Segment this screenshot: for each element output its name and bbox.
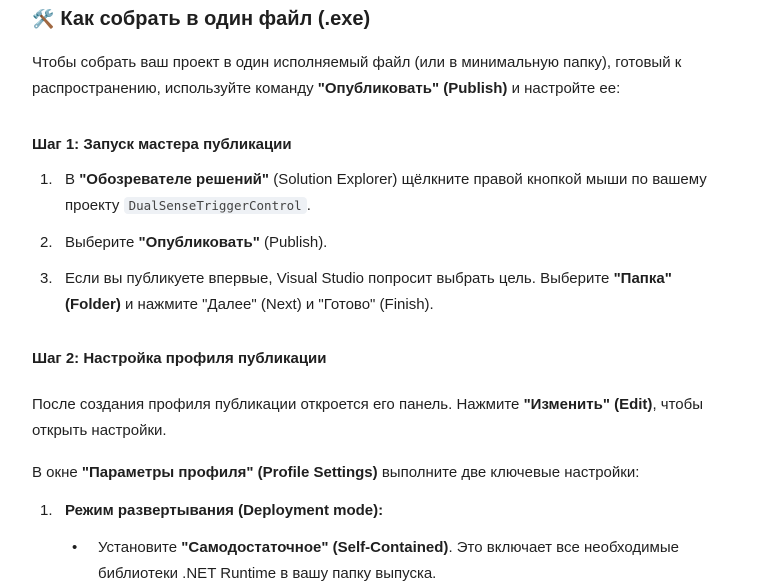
step1-heading: Шаг 1: Запуск мастера публикации	[32, 136, 292, 153]
item-text: Выберите	[65, 234, 139, 251]
page-title: 🛠️ Как собрать в один файл (.exe)	[32, 4, 370, 34]
tools-icon: 🛠️	[32, 9, 55, 29]
intro-text-end: и настройте ее:	[507, 80, 621, 97]
step1-item-3: 3. Если вы публикуете впервые, Visual St…	[40, 266, 730, 318]
list-number: 1.	[40, 171, 53, 188]
item-text: и нажмите "Далее" (Next) и "Готово" (Fin…	[120, 296, 434, 313]
para-text: выполните две ключевые настройки:	[377, 464, 640, 481]
page-title-text: Как собрать в один файл (.exe)	[60, 8, 371, 30]
item-bold: Режим развертывания (Deployment mode):	[65, 502, 384, 519]
item-text: В	[65, 171, 80, 188]
step1-item-2: 2. Выберите "Опубликовать" (Publish).	[40, 230, 730, 256]
item-bold: "Обозревателе решений"	[79, 171, 270, 188]
intro-bold: "Опубликовать" (Publish)	[317, 80, 508, 97]
list-number: 3.	[40, 270, 53, 287]
item-text: Если вы публикуете впервые, Visual Studi…	[65, 270, 614, 287]
item-bold: "Опубликовать"	[138, 234, 260, 251]
bullet-text: Установите	[98, 539, 182, 556]
step1-item-1: 1. В "Обозревателе решений" (Solution Ex…	[40, 167, 730, 219]
item-text: .	[306, 197, 311, 214]
intro-paragraph: Чтобы собрать ваш проект в один исполняе…	[32, 50, 742, 102]
bullet-icon: •	[72, 539, 78, 556]
item-text: (Publish).	[259, 234, 328, 251]
document: 🛠️ Как собрать в один файл (.exe) Чтобы с…	[0, 0, 766, 586]
list-number: 1.	[40, 502, 53, 519]
step2-paragraph-1: После создания профиля публикации открое…	[32, 392, 742, 444]
para-bold: "Параметры профиля" (Profile Settings)	[81, 464, 378, 481]
step2-bullet-1: • Установите "Самодостаточное" (Self-Con…	[72, 535, 742, 587]
bullet-bold: "Самодостаточное" (Self-Contained)	[181, 539, 449, 556]
para-bold: "Изменить" (Edit)	[523, 396, 653, 413]
step2-paragraph-2: В окне "Параметры профиля" (Profile Sett…	[32, 460, 742, 486]
step2-heading: Шаг 2: Настройка профиля публикации	[32, 350, 327, 367]
para-text: После создания профиля публикации открое…	[32, 396, 524, 413]
para-text: В окне	[32, 464, 82, 481]
project-name-code: DualSenseTriggerControl	[123, 197, 307, 214]
step2-item-1: 1. Режим развертывания (Deployment mode)…	[40, 498, 730, 524]
list-number: 2.	[40, 234, 53, 251]
